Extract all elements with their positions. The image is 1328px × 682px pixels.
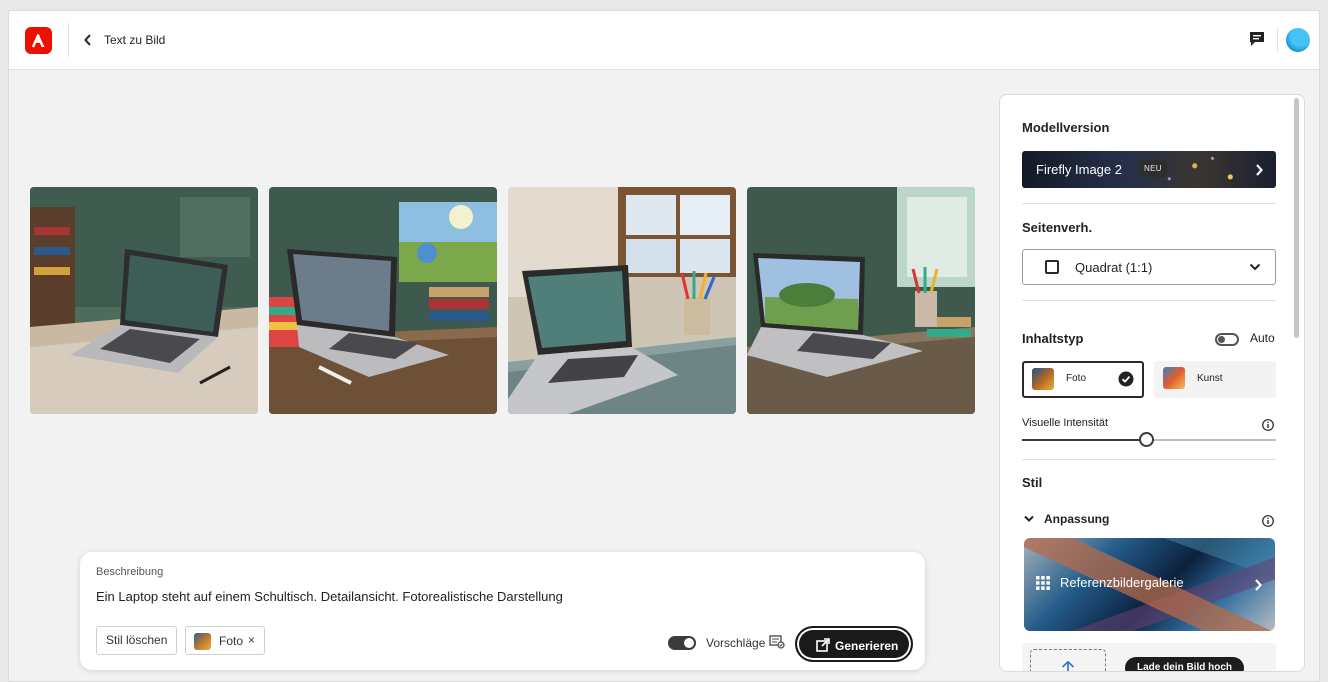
prompt-panel: Beschreibung Ein Laptop steht auf einem … — [80, 552, 925, 670]
info-icon[interactable] — [1262, 515, 1274, 527]
content-type-label: Foto — [1066, 373, 1087, 384]
header-divider — [1277, 28, 1278, 52]
customization-section-label[interactable]: Anpassung — [1044, 512, 1109, 526]
square-icon — [1045, 260, 1059, 274]
prompt-input[interactable]: Ein Laptop steht auf einem Schultisch. D… — [96, 589, 563, 604]
generate-button-label: Generieren — [835, 639, 899, 653]
content-type-label: Kunst — [1197, 373, 1223, 384]
page-title: Text zu Bild — [104, 33, 166, 47]
chevron-down-icon — [1249, 263, 1261, 271]
style-chip-foto[interactable]: Foto × — [185, 626, 265, 655]
upload-area: Lade dein Bild hoch — [1022, 643, 1276, 671]
model-name: Firefly Image 2 — [1036, 162, 1122, 177]
close-icon[interactable]: × — [248, 633, 255, 647]
prompt-label: Beschreibung — [96, 566, 164, 578]
aspect-ratio-title: Seitenverh. — [1022, 220, 1093, 235]
suggestions-toggle[interactable] — [668, 636, 696, 650]
chevron-down-icon[interactable] — [1024, 515, 1034, 523]
chevron-right-icon — [1255, 579, 1262, 591]
section-divider — [1022, 459, 1276, 460]
chevron-left-icon[interactable] — [83, 33, 95, 47]
generated-image-4[interactable] — [747, 187, 975, 414]
model-version-title: Modellversion — [1022, 120, 1110, 135]
header-divider — [68, 23, 69, 57]
app-header: Text zu Bild — [9, 11, 1319, 70]
new-badge: NEU — [1139, 160, 1167, 177]
generate-icon — [816, 638, 830, 652]
suggestions-label: Vorschläge — [706, 636, 766, 650]
grid-icon — [1036, 576, 1050, 590]
generated-image-3[interactable] — [508, 187, 736, 414]
model-version-selector[interactable]: Firefly Image 2 NEU — [1022, 151, 1276, 188]
visual-intensity-slider[interactable] — [1022, 432, 1276, 447]
avatar[interactable] — [1286, 28, 1310, 52]
content-type-foto[interactable]: Foto — [1022, 361, 1144, 398]
panel-scrollbar[interactable] — [1294, 98, 1299, 338]
reference-gallery-label: Referenzbildergalerie — [1060, 575, 1184, 590]
section-divider — [1022, 300, 1276, 301]
content-type-kunst[interactable]: Kunst — [1154, 361, 1276, 398]
slider-thumb[interactable] — [1139, 432, 1155, 447]
art-style-icon — [1163, 367, 1185, 389]
content-type-title: Inhaltstyp — [1022, 331, 1084, 346]
feedback-icon[interactable] — [1249, 31, 1265, 52]
aspect-ratio-value: Quadrat (1:1) — [1075, 260, 1153, 275]
auto-toggle[interactable] — [1215, 333, 1239, 346]
upload-arrow-icon — [1061, 660, 1075, 671]
reference-gallery-card[interactable]: Referenzbildergalerie — [1024, 538, 1275, 631]
visual-intensity-label: Visuelle Intensität — [1022, 417, 1109, 429]
upload-image-button[interactable]: Lade dein Bild hoch — [1125, 657, 1245, 671]
generated-image-1[interactable] — [30, 187, 258, 414]
photo-style-icon — [1032, 368, 1054, 390]
suggestions-settings-icon[interactable] — [769, 635, 785, 654]
checkmark-icon — [1118, 371, 1134, 387]
slider-fill — [1022, 439, 1147, 441]
settings-panel: Modellversion Firefly Image 2 NEU Seiten… — [999, 94, 1305, 672]
style-title: Stil — [1022, 475, 1043, 490]
photo-style-icon — [194, 633, 211, 650]
app-window: Text zu Bild Beschreibung Ein Laptop ste… — [8, 10, 1320, 682]
adobe-logo-icon[interactable] — [25, 27, 52, 54]
upload-dropzone[interactable] — [1030, 649, 1106, 671]
generated-image-2[interactable] — [269, 187, 497, 414]
generate-button[interactable]: Generieren — [795, 626, 913, 662]
aspect-ratio-select[interactable]: Quadrat (1:1) — [1022, 249, 1276, 285]
info-icon[interactable] — [1262, 419, 1274, 431]
section-divider — [1022, 203, 1276, 204]
chevron-right-icon — [1256, 164, 1263, 176]
auto-label: Auto — [1250, 331, 1275, 345]
style-chip-label: Foto — [219, 634, 244, 648]
clear-style-button[interactable]: Stil löschen — [96, 626, 178, 655]
